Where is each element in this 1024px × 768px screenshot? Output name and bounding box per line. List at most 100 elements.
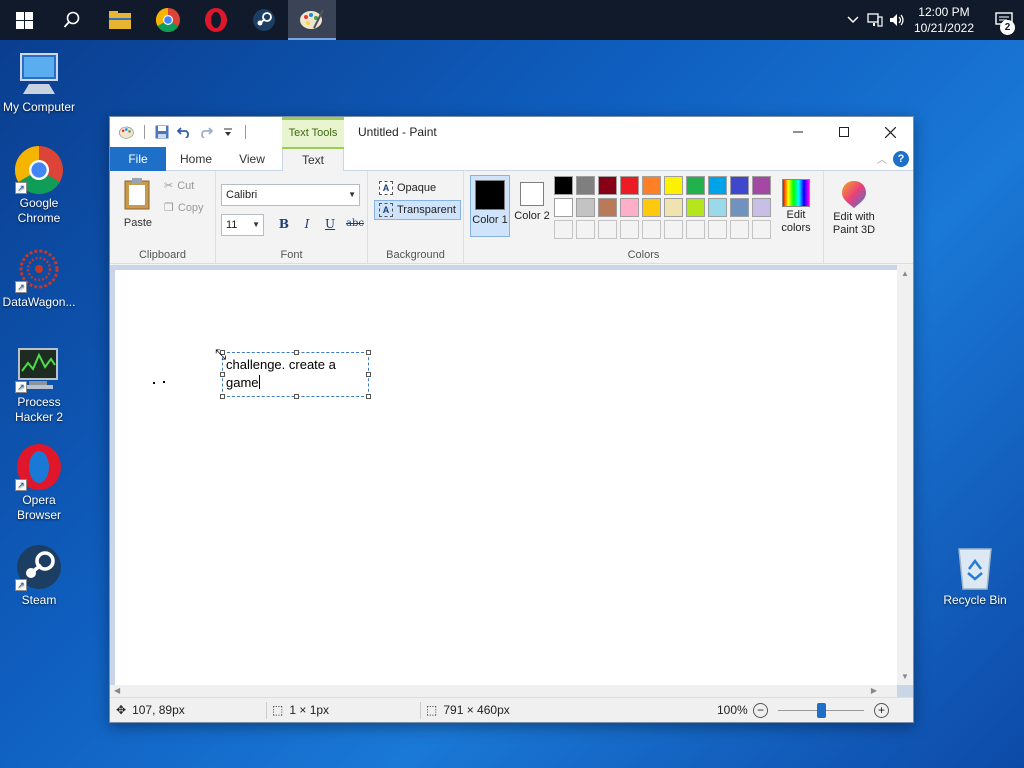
palette-swatch[interactable] [752,198,771,217]
start-button[interactable] [0,0,48,40]
taskbar-chrome[interactable] [144,0,192,40]
copy-button[interactable]: ❐ Copy [164,201,204,215]
color-2-button[interactable]: Color 2 [512,175,552,237]
strikethrough-button[interactable]: abc [343,214,367,234]
palette-swatch[interactable] [686,198,705,217]
desktop-icon-my-computer[interactable]: My Computer [0,50,78,115]
custom-color-swatch[interactable] [620,220,639,239]
resize-handle[interactable] [220,394,225,399]
resize-handle[interactable] [366,350,371,355]
desktop-icon-datawagon[interactable]: ↗ DataWagon... [0,245,78,310]
custom-color-swatch[interactable] [752,220,771,239]
palette-swatch[interactable] [730,198,749,217]
underline-button[interactable]: U [320,214,340,234]
taskbar-paint[interactable] [288,0,336,40]
palette-swatch[interactable] [752,176,771,195]
transparent-option[interactable]: A Transparent [374,200,461,220]
italic-button[interactable]: I [297,214,317,234]
scroll-left-icon[interactable]: ◀ [114,686,120,695]
palette-swatch[interactable] [686,176,705,195]
resize-handle[interactable] [294,394,299,399]
tab-home[interactable]: Home [170,147,222,171]
text-box[interactable]: challenge. create a game [220,350,371,399]
font-family-select[interactable]: Calibri ▼ [221,184,360,206]
desktop-icon-label: Steam [21,593,57,607]
save-icon[interactable] [151,121,173,143]
palette-swatch[interactable] [730,176,749,195]
desktop-icon-opera-browser[interactable]: ↗ Opera Browser [0,443,78,523]
tab-view[interactable]: View [226,147,278,171]
custom-color-swatch[interactable] [642,220,661,239]
action-center-button[interactable]: 2 [984,0,1024,40]
help-icon[interactable]: ? [893,151,909,167]
undo-icon[interactable] [173,121,195,143]
taskbar-opera[interactable] [192,0,240,40]
taskbar-search-button[interactable] [48,0,96,40]
palette-swatch[interactable] [554,198,573,217]
tab-text[interactable]: Text [282,147,344,172]
desktop-icon-google-chrome[interactable]: ↗ Google Chrome [0,146,78,226]
cut-button[interactable]: ✂ Cut [164,179,194,193]
resize-handle[interactable] [366,394,371,399]
tab-file[interactable]: File [110,147,166,171]
collapse-ribbon-icon[interactable]: ︿ [877,151,887,166]
paste-button[interactable]: Paste [118,175,158,231]
palette-swatch[interactable] [708,176,727,195]
custom-color-swatch[interactable] [686,220,705,239]
clock-date: 10/21/2022 [913,21,974,35]
clock[interactable]: 12:00 PM 10/21/2022 [908,4,984,36]
zoom-in-button[interactable]: + [874,703,889,718]
scroll-down-icon[interactable]: ▼ [901,672,909,681]
custom-color-swatch[interactable] [576,220,595,239]
palette-swatch[interactable] [598,198,617,217]
opaque-option[interactable]: A Opaque [374,178,441,198]
custom-color-swatch[interactable] [708,220,727,239]
zoom-out-button[interactable]: − [753,703,768,718]
palette-swatch[interactable] [664,198,683,217]
edit-with-paint3d-button[interactable]: Edit with Paint 3D [824,175,884,241]
taskbar-file-explorer[interactable] [96,0,144,40]
bold-button[interactable]: B [274,214,294,234]
minimize-button[interactable] [775,117,821,147]
palette-swatch[interactable] [554,176,573,195]
palette-swatch[interactable] [708,198,727,217]
palette-swatch[interactable] [620,176,639,195]
title-bar[interactable]: Text Tools Untitled - Paint [110,117,913,147]
drawing-canvas[interactable]: challenge. create a game ⤡ [115,270,897,685]
palette-swatch[interactable] [620,198,639,217]
resize-handle[interactable] [294,350,299,355]
resize-handle[interactable] [366,372,371,377]
volume-icon[interactable] [886,0,908,40]
text-box-content[interactable]: challenge. create a game [226,356,366,392]
palette-swatch[interactable] [576,176,595,195]
paint-app-icon[interactable] [116,121,138,143]
custom-color-swatch[interactable] [664,220,683,239]
network-icon[interactable] [864,0,886,40]
desktop-icon-steam[interactable]: ↗ Steam [0,543,78,608]
palette-swatch[interactable] [598,176,617,195]
vertical-scrollbar[interactable]: ▲ ▼ [897,265,913,685]
close-button[interactable] [867,117,913,147]
taskbar-steam[interactable] [240,0,288,40]
maximize-button[interactable] [821,117,867,147]
palette-swatch[interactable] [642,198,661,217]
custom-color-swatch[interactable] [554,220,573,239]
palette-swatch[interactable] [576,198,595,217]
custom-color-swatch[interactable] [730,220,749,239]
customize-qat-icon[interactable] [217,121,239,143]
color-1-button[interactable]: Color 1 [470,175,510,237]
desktop-icon-recycle-bin[interactable]: Recycle Bin [936,543,1014,608]
edit-colors-button[interactable]: Edit colors [774,175,818,241]
palette-swatch[interactable] [642,176,661,195]
chevron-up-icon[interactable] [842,0,864,40]
font-size-select[interactable]: 11 ▼ [221,214,264,236]
redo-icon[interactable] [195,121,217,143]
palette-swatch[interactable] [664,176,683,195]
desktop-icon-process-hacker[interactable]: ↗ Process Hacker 2 [0,345,78,425]
zoom-slider-thumb[interactable] [817,703,826,718]
horizontal-scrollbar[interactable]: ◀ ▶ [110,685,897,697]
custom-color-swatch[interactable] [598,220,617,239]
resize-handle[interactable] [220,372,225,377]
scroll-up-icon[interactable]: ▲ [901,269,909,278]
scroll-right-icon[interactable]: ▶ [871,686,877,695]
